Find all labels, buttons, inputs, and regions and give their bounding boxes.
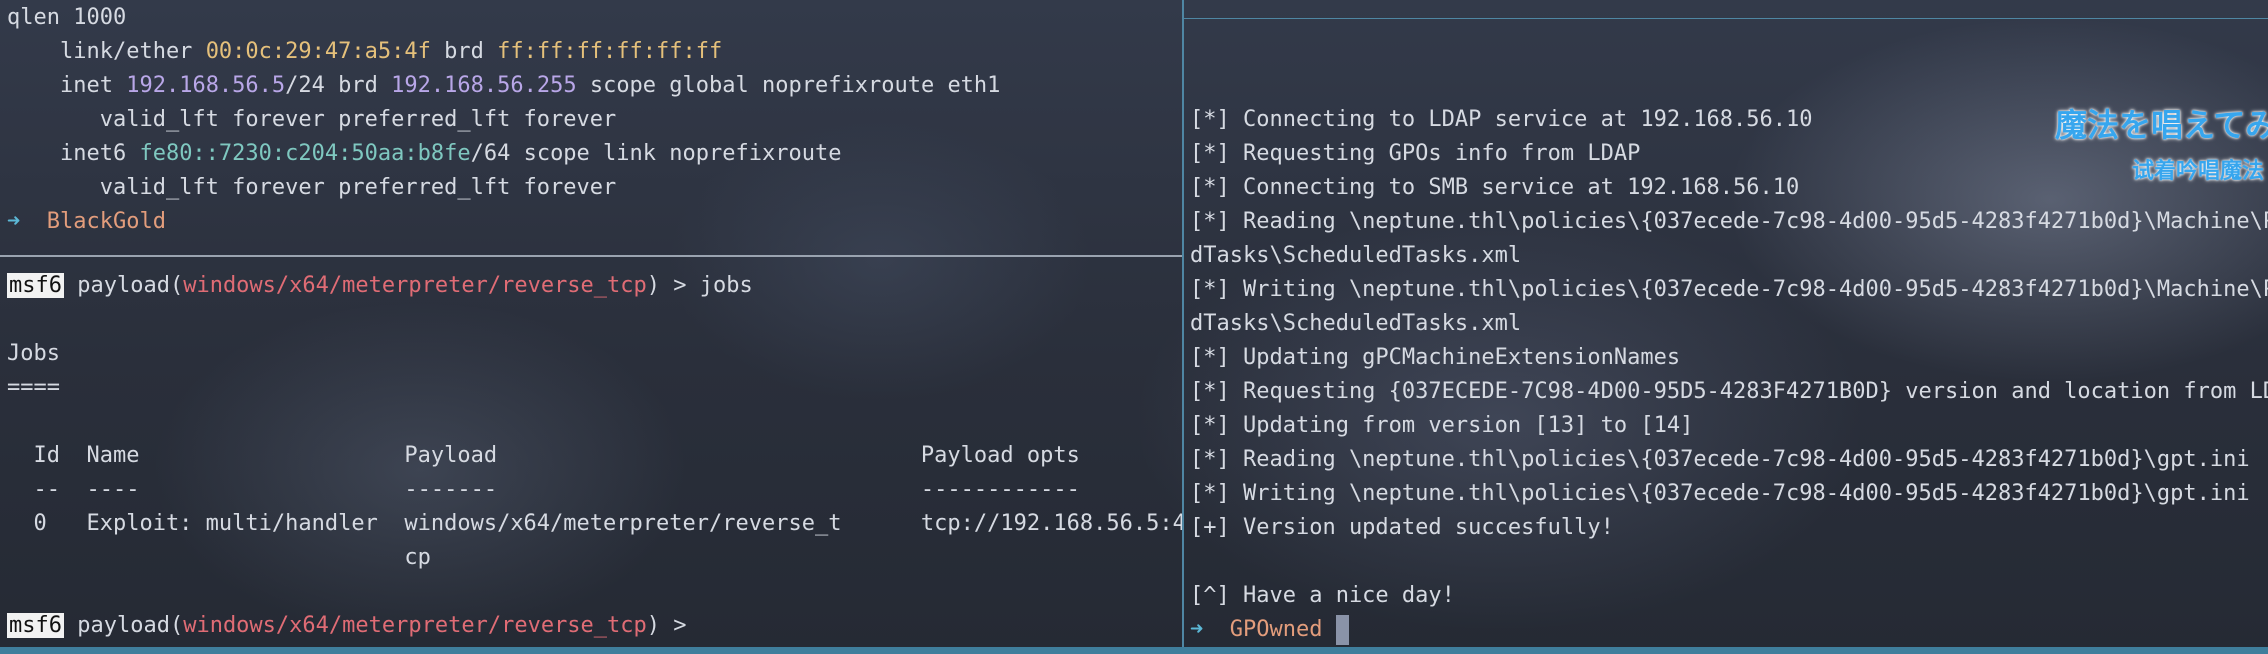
terminal-status-bar [0, 647, 2268, 654]
gpowned-output-line: [*] Updating from version [13] to [14] [1190, 413, 1694, 438]
gpowned-output-line: [*] Reading \neptune.thl\policies\{037ec… [1190, 447, 2250, 472]
prompt-arrow-icon: ➜ [1190, 617, 1204, 642]
gpowned-output-line: [*] Requesting GPOs info from LDAP [1190, 141, 1641, 166]
gpowned-output-line: [^] Have a nice day! [1190, 583, 1455, 608]
prompt-directory: GPOwned [1229, 617, 1323, 642]
wallpaper-text: 试着吟唱魔法 [2132, 159, 2265, 184]
gpowned-output-line: [*] Connecting to SMB service at 192.168… [1190, 175, 1800, 200]
shell-prompt-current[interactable]: ➜ GPOwned [1190, 613, 1350, 647]
right-terminal-pane[interactable]: 魔法を唱えてみ 试着吟唱魔法 [*] Connecting to LDAP se… [0, 0, 2268, 647]
text-cursor [1336, 615, 1350, 645]
gpowned-output-line: dTasks\ScheduledTasks.xml [1190, 243, 1522, 268]
gpowned-output-line: dTasks\ScheduledTasks.xml [1190, 311, 1522, 336]
gpowned-output-line: [*] Writing \neptune.thl\policies\{037ec… [1190, 481, 2250, 506]
gpowned-output-line: [*] Writing \neptune.thl\policies\{037ec… [1190, 277, 2268, 302]
gpowned-output-line: [*] Requesting {037ECEDE-7C98-4D00-95D5-… [1190, 379, 2268, 404]
gpowned-output-line: [*] Updating gPCMachineExtensionNames [1190, 345, 1681, 370]
gpowned-output-line: [*] Connecting to LDAP service at 192.16… [1190, 107, 1813, 132]
gpowned-output-line: [*] Reading \neptune.thl\policies\{037ec… [1190, 209, 2268, 234]
gpowned-output-line: [+] Version updated succesfully! [1190, 515, 1614, 540]
wallpaper-text: 魔法を唱えてみ [2055, 106, 2268, 144]
